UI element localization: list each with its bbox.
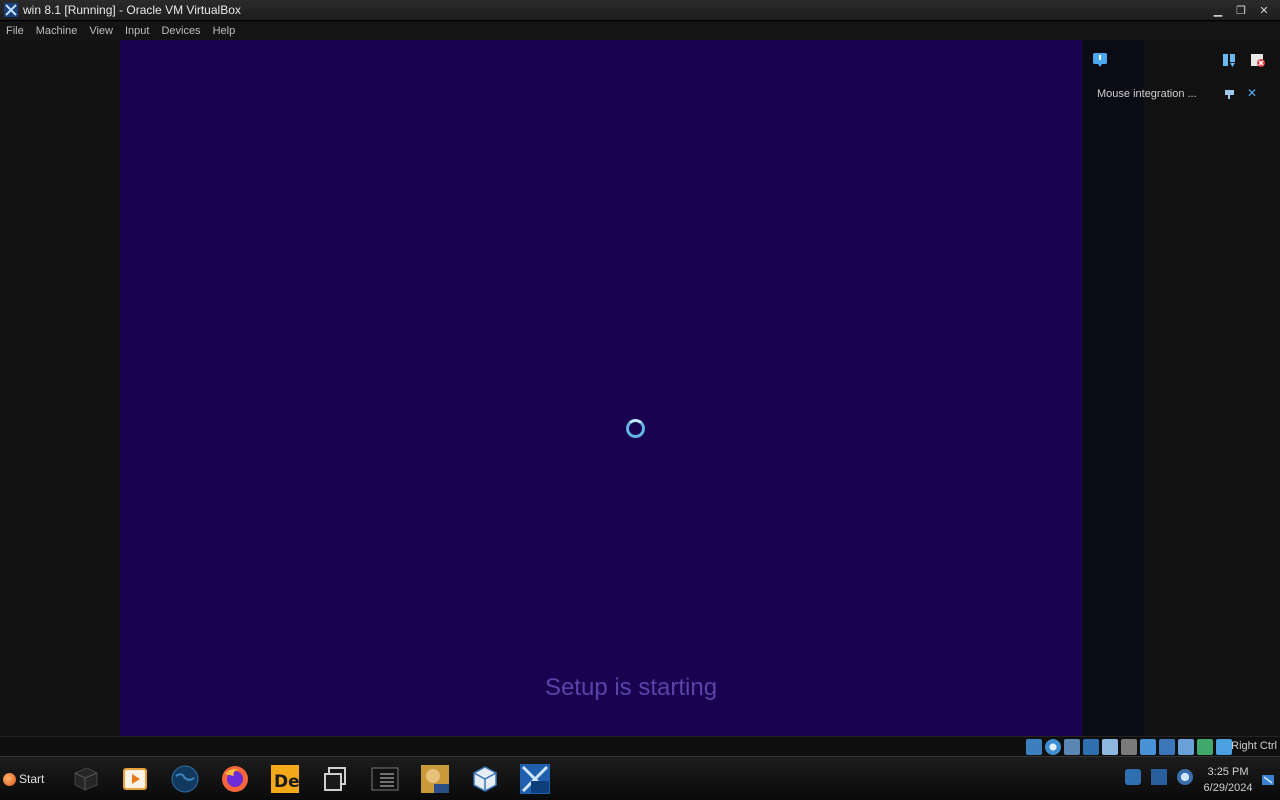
video-capture-icon[interactable] [1159, 739, 1175, 755]
puppy-box-icon [421, 765, 449, 793]
tray-security-icon[interactable] [1125, 769, 1141, 785]
start-orb-icon [3, 772, 16, 786]
clock-date: 6/29/2024 [1203, 782, 1253, 794]
mouse-integration-icon[interactable] [1197, 739, 1213, 755]
tray-volume-icon[interactable] [1177, 769, 1193, 785]
menu-file[interactable]: File [6, 25, 24, 37]
task-view-icon [324, 767, 346, 791]
menu-machine[interactable]: Machine [36, 25, 78, 37]
hard-disk-icon[interactable] [1026, 739, 1042, 755]
taskbar-globe-browser[interactable] [168, 763, 202, 795]
taskbar-puppy-box[interactable] [418, 763, 452, 795]
win81-vm-icon [520, 764, 550, 794]
vm-status-bar: Right Ctrl [0, 736, 1280, 756]
minimize-button[interactable]: ▁ [1208, 2, 1228, 18]
audio-icon[interactable] [1064, 739, 1080, 755]
cube-icon [74, 767, 98, 791]
notification-message: Mouse integration ... [1097, 88, 1197, 100]
notifications-tray-icon[interactable] [1262, 775, 1274, 785]
menu-devices[interactable]: Devices [161, 25, 200, 37]
restore-button[interactable]: ❐ [1231, 2, 1251, 18]
usb-icon[interactable] [1102, 739, 1118, 755]
clock-time: 3:25 PM [1207, 766, 1249, 778]
taskbar-win81-vm[interactable] [518, 763, 552, 795]
close-notification-icon[interactable]: ✕ [1247, 86, 1257, 100]
window-titlebar[interactable]: win 8.1 [Running] - Oracle VM VirtualBox… [0, 0, 1280, 21]
taskbar-task-view[interactable] [318, 763, 352, 795]
taskbar-firefox[interactable] [218, 763, 252, 795]
taskbar-de-app[interactable]: De [268, 763, 302, 795]
optical-drive-icon[interactable] [1045, 739, 1061, 755]
notification-center: Mouse integration ... ✕ [1087, 44, 1275, 114]
taskbar-virtualbox[interactable] [468, 763, 502, 795]
close-button[interactable]: ✕ [1254, 2, 1274, 18]
sort-notifications-icon[interactable] [1221, 52, 1237, 68]
pin-notification-icon[interactable] [1224, 88, 1236, 100]
taskbar-terminal[interactable] [368, 763, 402, 795]
media-player-icon [123, 768, 147, 790]
window-title: win 8.1 [Running] - Oracle VM VirtualBox [23, 3, 241, 17]
terminal-icon [371, 767, 399, 791]
menu-bar: File Machine View Input Devices Help [0, 22, 1280, 40]
globe-icon [171, 765, 199, 793]
display-icon[interactable] [1140, 739, 1156, 755]
notification-tip-icon[interactable] [1092, 52, 1108, 68]
firefox-icon [222, 766, 248, 792]
svg-text:De: De [274, 772, 300, 792]
dismiss-all-icon[interactable] [1250, 52, 1266, 68]
menu-view[interactable]: View [89, 25, 113, 37]
taskbar-media-player[interactable] [118, 763, 152, 795]
host-taskbar: Start De 3:25 PM 6/29/2024 [0, 756, 1280, 800]
tray-network-icon[interactable] [1151, 769, 1167, 785]
taskbar-clock[interactable]: 3:25 PM 6/29/2024 [1195, 764, 1261, 796]
taskbar-cube-app[interactable] [68, 763, 102, 795]
start-label: Start [19, 772, 45, 786]
notification-side-strip [1082, 40, 1144, 736]
menu-help[interactable]: Help [213, 25, 236, 37]
start-button[interactable]: Start [3, 767, 44, 791]
virtualbox-app-icon [4, 3, 18, 17]
guest-screen[interactable] [120, 40, 1082, 736]
shared-folders-icon[interactable] [1121, 739, 1137, 755]
loading-spinner-icon [626, 419, 645, 438]
network-icon[interactable] [1083, 739, 1099, 755]
system-tray [1125, 769, 1193, 785]
menu-input[interactable]: Input [125, 25, 149, 37]
keyboard-icon[interactable] [1216, 739, 1232, 755]
virtualbox-icon [473, 766, 497, 792]
setup-status-text: Setup is starting [544, 674, 718, 701]
cpu-icon[interactable] [1178, 739, 1194, 755]
de-app-icon: De [271, 765, 300, 793]
host-key-label[interactable]: Right Ctrl [1231, 740, 1277, 752]
